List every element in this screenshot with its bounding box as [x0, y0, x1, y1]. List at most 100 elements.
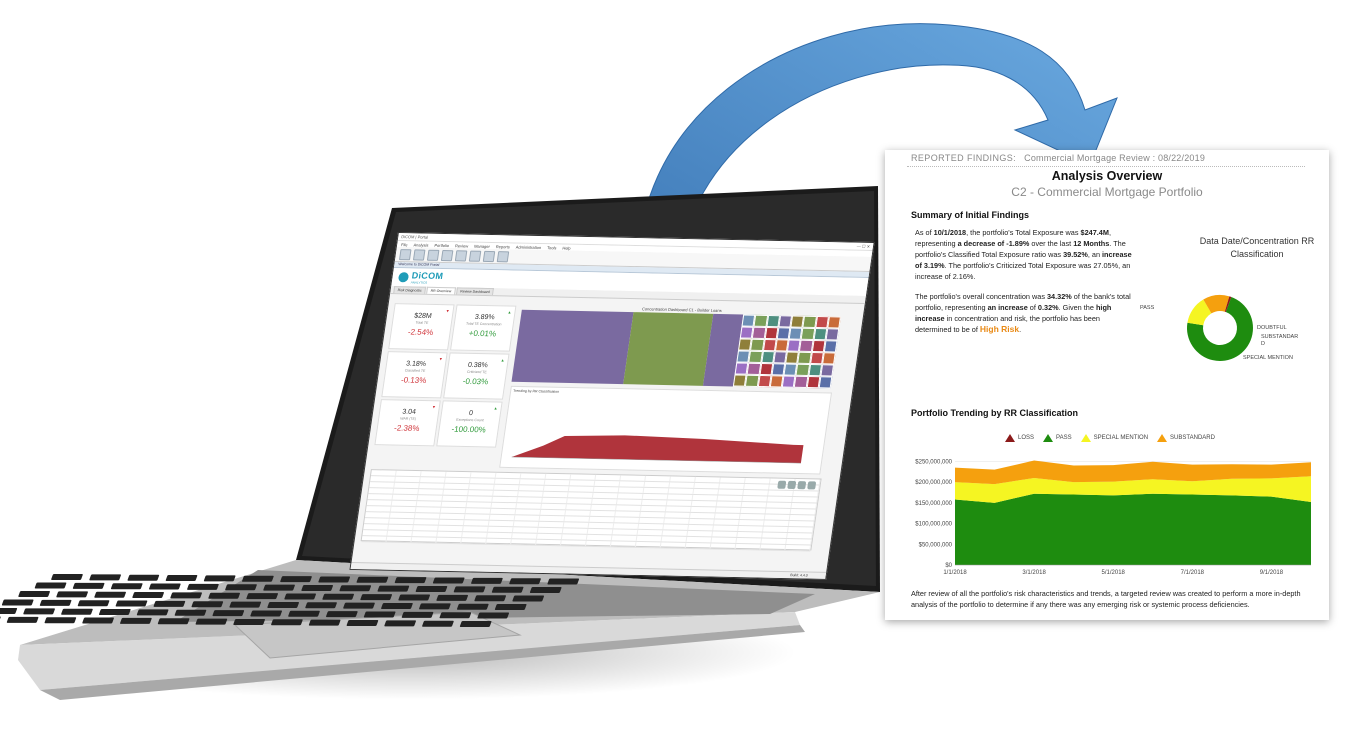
table-cell	[416, 501, 443, 507]
kpi-grid: ▼ $28M Total TE -2.54% ▲ 3.89% Total TE Concen…	[374, 303, 517, 448]
keyboard-key	[246, 593, 278, 600]
keyboard-key	[547, 578, 580, 585]
treemap-cell[interactable]	[818, 376, 833, 389]
kpi-card[interactable]: ▲ 0.38% Criticized TE -0.03%	[443, 352, 510, 400]
treemap-cell[interactable]	[623, 312, 714, 386]
toolbar-button[interactable]	[482, 250, 496, 262]
menu-item[interactable]: Manager	[474, 243, 490, 248]
grid-action-icon[interactable]	[807, 481, 817, 490]
table-cell	[744, 483, 770, 490]
toolbar-button[interactable]	[426, 249, 440, 261]
menu-item[interactable]: Portfolio	[434, 242, 449, 247]
table-cell	[762, 532, 788, 539]
table-cell	[366, 500, 393, 506]
keyboard-key	[318, 576, 350, 583]
grid-action-icon[interactable]	[797, 481, 807, 490]
toolbar-button[interactable]	[496, 250, 510, 262]
keyboard-key	[398, 594, 430, 601]
treemap-cell[interactable]	[820, 364, 835, 377]
table-cell	[394, 482, 420, 489]
table-cell	[612, 529, 639, 535]
keyboard-key	[149, 583, 181, 590]
data-grid	[360, 469, 822, 552]
menu-item[interactable]: File	[401, 242, 408, 247]
legend-item[interactable]: PASS	[1043, 434, 1072, 442]
menu-item[interactable]: Reports	[496, 244, 511, 249]
menu-item[interactable]: Tools	[547, 245, 557, 250]
table-cell	[710, 543, 737, 549]
table-cell	[493, 490, 519, 497]
keyboard-key	[6, 616, 39, 623]
table-cell	[387, 530, 414, 537]
table-cell	[567, 492, 594, 498]
kpi-card[interactable]: ▼ $28M Total TE -2.54%	[388, 303, 455, 351]
table-cell	[619, 481, 646, 487]
table-cell	[544, 479, 571, 486]
app-tab[interactable]: Review Dashboard	[455, 287, 495, 296]
kpi-card[interactable]: ▼ 3.04 WAR (TE) -2.38%	[374, 399, 441, 447]
table-cell	[513, 521, 540, 527]
treemap-chart	[511, 309, 841, 389]
table-cell	[371, 470, 397, 476]
menu-item[interactable]: Review	[455, 243, 469, 248]
donut-label-substandard: SUBSTANDAR D	[1261, 334, 1299, 347]
legend-label: SPECIAL MENTION	[1093, 435, 1149, 441]
menu-item[interactable]: Help	[562, 245, 571, 250]
window-controls-icon[interactable]: — ☐ ✕	[857, 244, 871, 249]
table-cell	[489, 514, 516, 521]
y-tick-label: $100,000,000	[915, 522, 952, 528]
keyboard-key	[165, 575, 198, 582]
kpi-change: -0.13%	[400, 375, 427, 386]
toolbar-button[interactable]	[468, 250, 482, 262]
table-cell	[445, 471, 472, 478]
legend-item[interactable]: LOSS	[1005, 434, 1034, 442]
y-tick-label: $0	[945, 563, 952, 569]
app-tab[interactable]: Risk Diagnostic	[393, 286, 427, 294]
keyboard-key	[203, 575, 236, 582]
toolbar-button[interactable]	[440, 249, 454, 261]
y-tick-label: $250,000,000	[915, 459, 952, 465]
treemap-cell[interactable]	[511, 309, 634, 385]
treemap-cell[interactable]	[823, 340, 838, 353]
toolbar-button[interactable]	[412, 248, 426, 261]
kpi-card[interactable]: ▲ 3.89% Total TE Concentration +0.01%	[449, 304, 517, 352]
table-cell	[463, 526, 489, 532]
menu-item[interactable]: Analysis	[413, 242, 429, 247]
table-cell	[563, 522, 590, 528]
table-cell	[415, 507, 442, 513]
table-cell	[486, 538, 512, 545]
app-tab[interactable]: RR Overview	[426, 286, 456, 295]
treemap-mosaic	[732, 314, 841, 389]
table-cell	[369, 482, 395, 488]
table-cell	[370, 476, 396, 482]
table-cell	[665, 506, 692, 512]
table-cell	[467, 496, 493, 502]
grid-action-icon[interactable]	[787, 480, 797, 490]
kpi-change: -100.00%	[450, 424, 487, 435]
keyboard-key	[127, 574, 160, 581]
toolbar-button[interactable]	[399, 248, 412, 260]
toolbar-button[interactable]	[454, 249, 468, 262]
table-cell	[663, 524, 689, 530]
menu-item[interactable]: Administration	[516, 244, 542, 250]
treemap-cell[interactable]	[821, 352, 836, 365]
keyboard-key	[377, 585, 410, 592]
table-cell	[516, 503, 542, 509]
legend-item[interactable]: SPECIAL MENTION	[1080, 434, 1149, 442]
table-cell	[761, 538, 787, 545]
table-cell	[640, 505, 667, 512]
treemap-cell[interactable]	[825, 328, 840, 341]
table-cell	[440, 507, 467, 514]
kpi-card[interactable]: ▼ 3.18% Classified TE -0.13%	[381, 351, 448, 399]
treemap-cell[interactable]	[827, 316, 841, 329]
legend-item[interactable]: SUBSTANDARD	[1157, 434, 1215, 442]
y-tick-label: $200,000,000	[915, 480, 952, 486]
grid-action-icon[interactable]	[777, 480, 787, 489]
kpi-change: +0.01%	[468, 328, 497, 339]
table-cell	[635, 541, 662, 548]
table-cell	[388, 524, 414, 531]
table-cell	[439, 513, 466, 520]
table-cell	[689, 518, 715, 525]
kpi-card[interactable]: ▲ 0 Exceptions Count -100.00%	[436, 400, 503, 448]
table-cell	[395, 470, 422, 477]
